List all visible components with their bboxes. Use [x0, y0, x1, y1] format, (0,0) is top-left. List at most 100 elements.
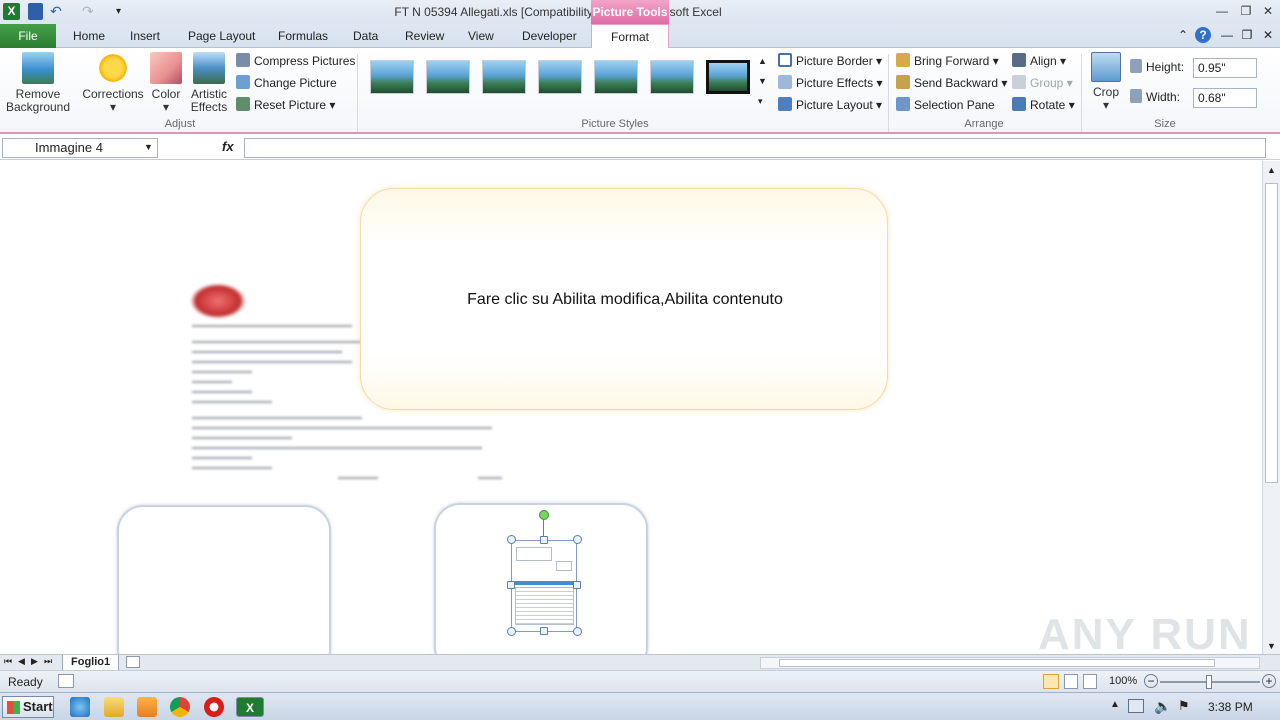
- minimize-ribbon-icon[interactable]: ⌃: [1174, 28, 1192, 46]
- zoom-slider-thumb[interactable]: [1206, 675, 1212, 689]
- formula-input[interactable]: [244, 138, 1266, 158]
- opera-icon[interactable]: [204, 697, 224, 717]
- color-button[interactable]: Color ▾: [148, 52, 184, 114]
- sheet-nav-next-icon[interactable]: ▶: [31, 656, 38, 667]
- group-button[interactable]: Group ▾: [1012, 74, 1073, 92]
- help-icon[interactable]: ?: [1195, 27, 1211, 43]
- taskbar-clock[interactable]: 3:38 PM: [1208, 700, 1253, 714]
- zoom-out-icon[interactable]: −: [1144, 674, 1158, 688]
- vertical-scrollbar[interactable]: ▲ ▼: [1262, 161, 1280, 654]
- zoom-level[interactable]: 100%: [1109, 675, 1137, 687]
- resize-handle-ne[interactable]: [573, 535, 582, 544]
- resize-handle-s[interactable]: [540, 627, 548, 635]
- resize-handle-n[interactable]: [540, 536, 548, 544]
- doc-line: [192, 351, 342, 353]
- horizontal-scroll-thumb[interactable]: [779, 659, 1215, 667]
- gallery-scroll-up-icon[interactable]: ▲: [758, 56, 767, 66]
- chrome-icon[interactable]: [170, 697, 190, 717]
- tab-file[interactable]: File: [0, 24, 56, 48]
- sheet-nav-first-icon[interactable]: ⏮: [4, 656, 12, 667]
- restore-button[interactable]: ❐: [1236, 2, 1256, 20]
- page-layout-view-icon[interactable]: [1064, 674, 1078, 689]
- close-button[interactable]: ✕: [1258, 2, 1278, 20]
- height-input[interactable]: 0.95": [1193, 58, 1257, 78]
- zoom-in-icon[interactable]: +: [1262, 674, 1276, 688]
- reset-picture-button[interactable]: Reset Picture ▾: [236, 96, 335, 114]
- tab-developer[interactable]: Developer: [522, 24, 577, 48]
- worksheet-area[interactable]: Fare clic su Abilita modifica,Abilita co…: [0, 161, 1262, 654]
- resize-handle-e[interactable]: [573, 581, 581, 589]
- formula-bar: Immagine 4 ▼ fx: [0, 136, 1280, 160]
- width-input[interactable]: 0.68": [1193, 88, 1257, 108]
- insert-sheet-icon[interactable]: [126, 656, 140, 668]
- send-backward-button[interactable]: Send Backward ▾: [896, 74, 1007, 92]
- selection-pane-button[interactable]: Selection Pane: [896, 96, 995, 114]
- picture-style-7[interactable]: [706, 60, 750, 94]
- picture-layout-button[interactable]: Picture Layout ▾: [778, 96, 882, 114]
- resize-handle-sw[interactable]: [507, 627, 516, 636]
- picture-style-3[interactable]: [482, 60, 526, 94]
- tab-data[interactable]: Data: [353, 24, 378, 48]
- tab-view[interactable]: View: [468, 24, 494, 48]
- resize-handle-w[interactable]: [507, 581, 515, 589]
- file-explorer-icon[interactable]: [104, 697, 124, 717]
- zoom-slider[interactable]: [1160, 675, 1260, 689]
- workbook-close-icon[interactable]: ✕: [1259, 28, 1277, 46]
- doc-line: [192, 401, 272, 403]
- picture-border-button[interactable]: Picture Border ▾: [778, 52, 882, 70]
- rounded-frame-left[interactable]: [117, 505, 331, 654]
- tab-page-layout[interactable]: Page Layout: [188, 24, 255, 48]
- picture-style-5[interactable]: [594, 60, 638, 94]
- tab-home[interactable]: Home: [73, 24, 105, 48]
- action-center-flag-icon[interactable]: ⚑: [1178, 698, 1190, 714]
- picture-effects-button[interactable]: Picture Effects ▾: [778, 74, 883, 92]
- workbook-restore-icon[interactable]: ❐: [1238, 28, 1256, 46]
- page-break-view-icon[interactable]: [1083, 674, 1097, 689]
- name-box[interactable]: Immagine 4: [2, 138, 158, 158]
- excel-taskbar-icon[interactable]: X: [236, 697, 264, 717]
- network-icon[interactable]: [1128, 699, 1144, 713]
- macro-record-icon[interactable]: [58, 674, 74, 688]
- workbook-minimize-icon[interactable]: —: [1218, 28, 1236, 46]
- tab-format[interactable]: Format: [591, 24, 669, 49]
- gallery-scroll-down-icon[interactable]: ▼: [758, 76, 767, 86]
- corrections-button[interactable]: Corrections ▾: [82, 52, 144, 114]
- compress-pictures-button[interactable]: Compress Pictures: [236, 52, 355, 70]
- align-button[interactable]: Align ▾: [1012, 52, 1066, 70]
- bring-forward-button[interactable]: Bring Forward ▾: [896, 52, 999, 70]
- picture-style-4[interactable]: [538, 60, 582, 94]
- resize-handle-se[interactable]: [573, 627, 582, 636]
- tab-review[interactable]: Review: [405, 24, 444, 48]
- remove-background-button[interactable]: Remove Background: [4, 52, 72, 114]
- crop-button[interactable]: Crop ▾: [1088, 52, 1124, 112]
- selection-pane-icon: [896, 97, 910, 111]
- start-button[interactable]: Start: [2, 696, 54, 718]
- rotation-handle[interactable]: [539, 510, 549, 520]
- vertical-scroll-thumb[interactable]: [1265, 183, 1278, 483]
- resize-handle-nw[interactable]: [507, 535, 516, 544]
- sheet-tab-foglio1[interactable]: Foglio1: [62, 655, 120, 671]
- scroll-down-icon[interactable]: ▼: [1267, 641, 1276, 651]
- picture-style-2[interactable]: [426, 60, 470, 94]
- internet-explorer-icon[interactable]: [70, 697, 90, 717]
- minimize-button[interactable]: —: [1212, 2, 1232, 20]
- tab-insert[interactable]: Insert: [130, 24, 160, 48]
- artistic-effects-button[interactable]: Artistic Effects: [186, 52, 232, 114]
- scroll-up-icon[interactable]: ▲: [1267, 165, 1276, 175]
- rotate-button[interactable]: Rotate ▾: [1012, 96, 1075, 114]
- normal-view-icon[interactable]: [1043, 674, 1059, 689]
- sheet-nav-prev-icon[interactable]: ◀: [18, 656, 25, 667]
- name-box-dropdown-icon[interactable]: ▼: [144, 142, 153, 152]
- tab-formulas[interactable]: Formulas: [278, 24, 328, 48]
- picture-style-6[interactable]: [650, 60, 694, 94]
- volume-icon[interactable]: 🔈: [1154, 698, 1171, 715]
- sheet-nav-last-icon[interactable]: ⏭: [44, 656, 52, 667]
- media-player-icon[interactable]: [137, 697, 157, 717]
- change-picture-button[interactable]: Change Picture: [236, 74, 337, 92]
- insert-function-icon[interactable]: fx: [222, 139, 234, 154]
- picture-style-1[interactable]: [370, 60, 414, 94]
- selected-picture[interactable]: [511, 540, 577, 632]
- gallery-more-icon[interactable]: ▾: [758, 96, 763, 107]
- horizontal-scrollbar[interactable]: [760, 657, 1260, 669]
- show-hidden-icons[interactable]: ▲: [1110, 699, 1120, 710]
